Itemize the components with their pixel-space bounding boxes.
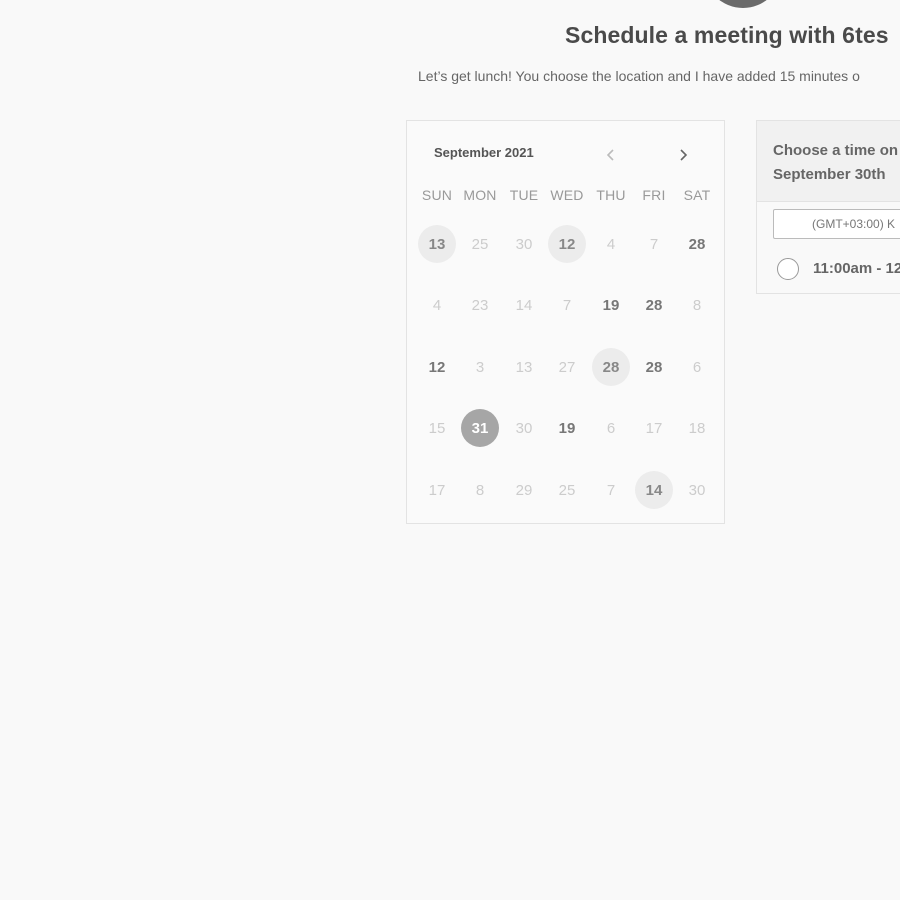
date-picker-calendar: September 2021 SUN MON TUE WED THU FRI SAT 13 2… [406, 120, 725, 524]
time-slot-label: 11:00am - 12 [813, 260, 900, 277]
calendar-day: 28 [645, 296, 663, 314]
weekday-label: SAT [683, 187, 711, 203]
chevron-right-icon [680, 149, 688, 161]
page-title: Schedule a meeting with 6tes [565, 22, 889, 48]
calendar-day: 30 [515, 419, 533, 437]
calendar-day: 25 [558, 481, 576, 499]
meeting-description: Let’s get lunch! You choose the location… [418, 68, 860, 84]
calendar-day: 7 [606, 481, 616, 499]
time-panel-title: Choose a time on September 30th [773, 139, 898, 187]
time-panel-title-line2: September 30th [773, 166, 886, 183]
calendar-day: 28 [645, 358, 663, 376]
weekday-label: FRI [642, 187, 666, 203]
calendar-day: 3 [475, 358, 485, 376]
time-slot-radio[interactable] [777, 258, 799, 280]
month-label: September 2021 [434, 145, 534, 160]
calendar-day: 30 [688, 481, 706, 499]
chevron-left-icon [606, 149, 614, 161]
time-slot-option[interactable]: 11:00am - 12 [757, 246, 900, 294]
calendar-day: 29 [515, 481, 533, 499]
calendar-day: 23 [471, 296, 489, 314]
weekday-label: WED [550, 187, 584, 203]
time-panel-header: Choose a time on September 30th [757, 121, 900, 202]
calendar-day: 7 [649, 235, 659, 253]
calendar-day: 4 [606, 235, 616, 253]
calendar-day: 19 [558, 419, 576, 437]
calendar-day: 7 [562, 296, 572, 314]
timezone-select[interactable]: (GMT+03:00) K [773, 209, 900, 239]
calendar-day: 28 [688, 235, 706, 253]
calendar-day: 17 [428, 481, 446, 499]
selected-day[interactable]: 31 [461, 409, 499, 447]
time-panel-title-line1: Choose a time on [773, 142, 899, 159]
next-month-button[interactable] [675, 147, 691, 163]
available-day[interactable]: 14 [635, 471, 673, 509]
calendar-day: 19 [602, 296, 620, 314]
calendar-day: 8 [475, 481, 485, 499]
calendar-day: 13 [515, 358, 533, 376]
calendar-day: 18 [688, 419, 706, 437]
available-day[interactable]: 13 [418, 225, 456, 263]
previous-month-button[interactable] [603, 147, 619, 163]
calendar-day: 6 [606, 419, 616, 437]
calendar-day: 14 [515, 296, 533, 314]
calendar-day: 17 [645, 419, 663, 437]
calendar-day: 15 [428, 419, 446, 437]
available-day[interactable]: 28 [592, 348, 630, 386]
weekday-label: SUN [421, 187, 453, 203]
calendar-day: 4 [432, 296, 442, 314]
weekday-label: MON [463, 187, 497, 203]
weekday-label: THU [596, 187, 626, 203]
calendar-day: 6 [692, 358, 702, 376]
calendar-day: 27 [558, 358, 576, 376]
time-slot-panel: Choose a time on September 30th (GMT+03:… [756, 120, 900, 294]
available-day[interactable]: 12 [548, 225, 586, 263]
calendar-day: 8 [692, 296, 702, 314]
weekday-label: TUE [509, 187, 539, 203]
calendar-day: 12 [428, 358, 446, 376]
host-avatar [704, 0, 782, 8]
calendar-day: 25 [471, 235, 489, 253]
calendar-day: 30 [515, 235, 533, 253]
